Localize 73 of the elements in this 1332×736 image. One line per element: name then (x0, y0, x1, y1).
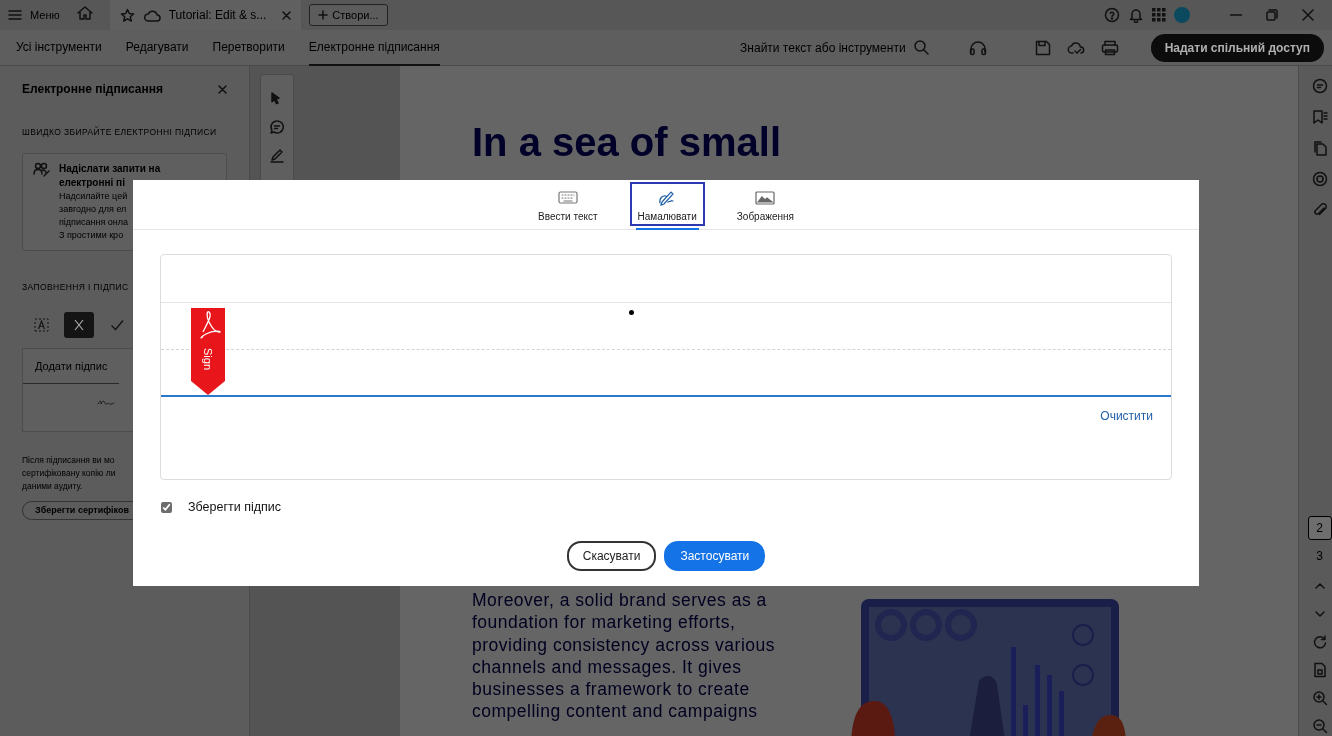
card-description: З простими кро (59, 228, 125, 242)
comment-icon[interactable] (1311, 78, 1328, 94)
panel-title: Електронне підписання (22, 81, 163, 98)
note-text: даними аудиту. (22, 479, 84, 493)
dialog-tab[interactable]: Зображення (728, 182, 802, 226)
cloud-icon (142, 8, 161, 22)
document-heading: In a sea of small (472, 119, 783, 166)
paperclip-icon[interactable] (1311, 202, 1328, 218)
cross-tool[interactable] (64, 311, 94, 338)
star-icon[interactable] (119, 7, 135, 23)
search-icon (913, 40, 929, 55)
paragraph-text: compelling content and campaigns (472, 700, 759, 723)
create-button[interactable]: Створи... (309, 3, 388, 27)
print-icon[interactable] (1100, 39, 1119, 56)
help-icon[interactable] (1104, 7, 1120, 23)
save-signature-checkbox[interactable] (161, 501, 172, 513)
note-text: Після підписання ви мо (22, 453, 116, 467)
paragraph-text: channels and messages. It gives (472, 655, 743, 679)
target-icon[interactable] (1311, 171, 1328, 187)
plus-icon (318, 10, 329, 20)
menu-button[interactable]: Меню (0, 5, 76, 25)
paragraph-text: foundation for marketing efforts, (472, 611, 737, 634)
document-icon[interactable] (1311, 662, 1328, 678)
toolbar-tab[interactable]: Редагувати (125, 30, 189, 66)
cancel-button[interactable]: Скасувати (566, 540, 657, 571)
save-icon[interactable] (1034, 39, 1051, 56)
paragraph-text: providing consistency across various (472, 633, 775, 656)
apply-button[interactable]: Застосувати (664, 540, 766, 571)
pen-icon[interactable] (269, 147, 285, 163)
section-heading: ШВИДКО ЗБИРАЙТЕ ЕЛЕКТРОННІ ПІДПИСИ (22, 126, 218, 139)
checkmark-icon (109, 317, 125, 332)
image-icon (755, 190, 776, 206)
share-button[interactable]: Надати спільний доступ (1150, 33, 1324, 62)
card-title: електронні пі (59, 175, 126, 190)
paragraph-text: Moreover, a solid brand serves as a (472, 589, 768, 612)
text-field-icon (33, 317, 49, 332)
zoom-out-icon[interactable] (1311, 718, 1328, 734)
card-description: Надсилайте цей (59, 189, 129, 203)
note-text: сертифіковану копію ли (22, 466, 117, 480)
keyboard-icon (557, 190, 578, 206)
close-icon[interactable] (218, 84, 227, 94)
comment-icon[interactable] (269, 119, 285, 135)
add-signature-label: Додати підпис (23, 348, 120, 384)
apps-grid-icon[interactable] (1152, 8, 1166, 22)
search-button[interactable]: Знайти текст або інструменти (740, 38, 929, 57)
dialog-tab[interactable]: Ввести текст (530, 182, 606, 226)
page-number[interactable]: 3 (1307, 544, 1332, 568)
zoom-in-icon[interactable] (1311, 690, 1328, 706)
clear-link[interactable]: Очистити (1100, 407, 1153, 425)
home-icon[interactable] (75, 4, 94, 21)
rotate-icon[interactable] (1311, 634, 1328, 650)
signature-scribble-icon (97, 398, 117, 406)
cloud-check-icon[interactable] (1066, 40, 1085, 55)
pages-icon[interactable] (1311, 140, 1328, 156)
page-number[interactable]: 2 (1307, 516, 1332, 540)
close-icon[interactable] (1302, 9, 1314, 21)
card-title: Надіслати запити на (59, 161, 161, 176)
bookmark-icon[interactable] (1311, 109, 1328, 125)
card-description: завгодно для ел (59, 202, 128, 216)
sign-here-tag: Sign (191, 308, 225, 395)
menu-icon (8, 9, 22, 21)
card-description: підписання онла (59, 215, 130, 229)
restore-icon[interactable] (1266, 9, 1278, 21)
bell-icon[interactable] (1128, 7, 1144, 23)
headphones-icon[interactable] (968, 39, 987, 56)
close-icon[interactable] (282, 10, 292, 20)
paragraph-text: businesses a framework to create (472, 678, 751, 701)
save-signature-label: Зберегти підпис (188, 499, 281, 516)
signature-drawing-pad[interactable]: Очистити Sign (160, 254, 1172, 480)
ink-dot (629, 310, 634, 315)
toolbar-tab[interactable]: Перетворити (212, 30, 285, 66)
people-icon (33, 161, 51, 178)
toolbar-tab[interactable]: Усі інструменти (16, 30, 102, 66)
